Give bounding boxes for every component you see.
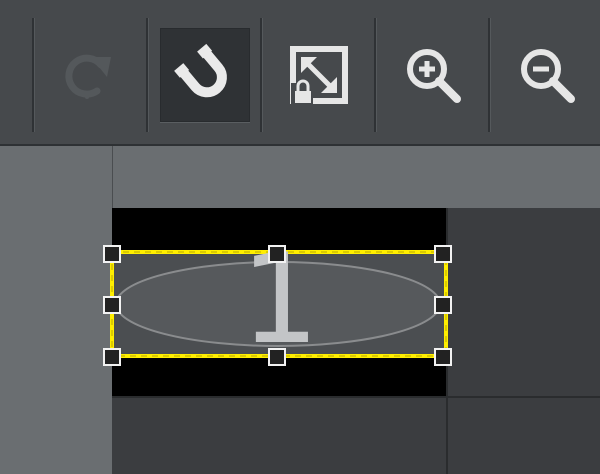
toolbar-separator <box>260 18 262 132</box>
resize-handle-top-right[interactable] <box>434 245 452 263</box>
zoom-out-icon <box>515 43 579 107</box>
zoom-in-button[interactable] <box>388 28 478 122</box>
fit-to-screen-lock-icon <box>287 43 351 107</box>
resize-handle-top-left[interactable] <box>103 245 121 263</box>
resize-handle-bottom-left[interactable] <box>103 348 121 366</box>
vertical-ruler <box>0 146 113 474</box>
zoom-out-button[interactable] <box>502 28 592 122</box>
resize-handle-top[interactable] <box>268 245 286 263</box>
resize-handle-bottom[interactable] <box>268 348 286 366</box>
toolbar-separator <box>488 18 490 132</box>
toolbar-separator <box>146 18 148 132</box>
redo-icon <box>57 43 121 107</box>
resize-handle-bottom-right[interactable] <box>434 348 452 366</box>
toolbar-separator <box>32 18 34 132</box>
zoom-in-icon <box>401 43 465 107</box>
grid-line <box>112 396 600 398</box>
magnet-icon <box>170 40 240 110</box>
toolbar <box>0 0 600 146</box>
redo-button[interactable] <box>44 28 134 122</box>
snap-button[interactable] <box>160 28 250 122</box>
resize-handle-left[interactable] <box>103 296 121 314</box>
toolbar-separator <box>374 18 376 132</box>
resize-handle-right[interactable] <box>434 296 452 314</box>
fit-to-screen-button[interactable] <box>274 28 364 122</box>
